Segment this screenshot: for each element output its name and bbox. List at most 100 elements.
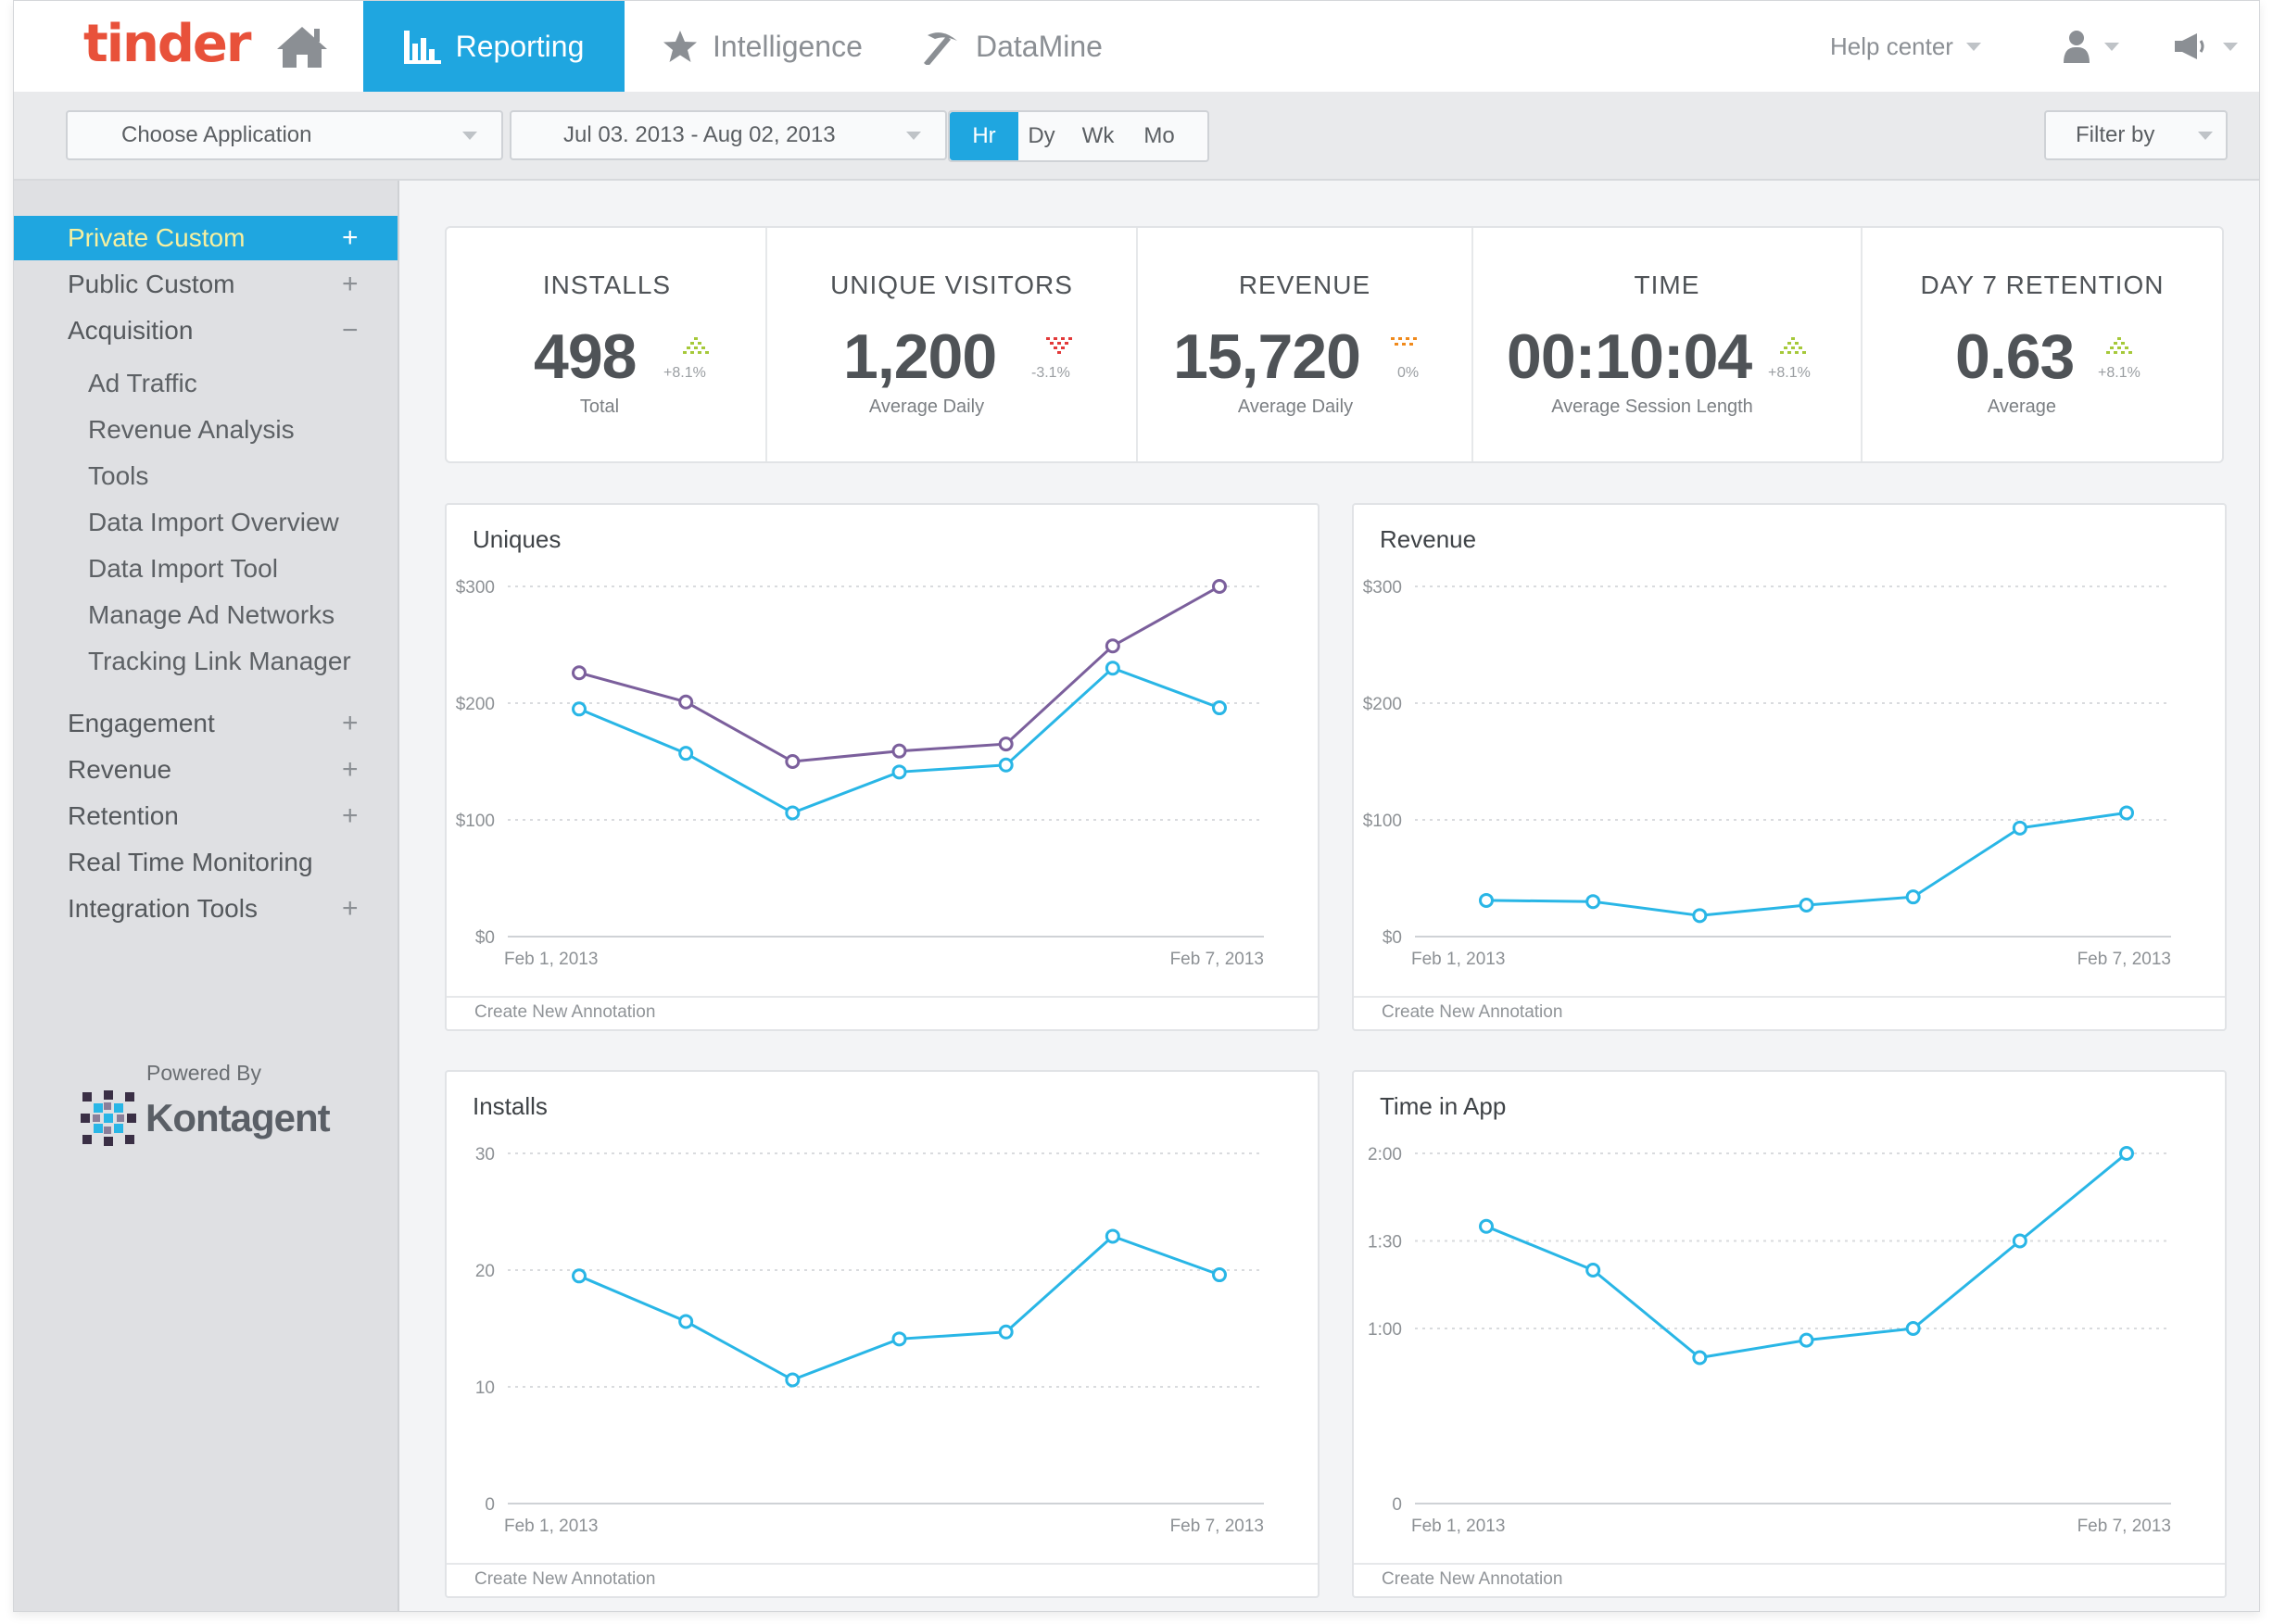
kontagent-logo-icon xyxy=(81,1090,136,1146)
revenue-chart: $0 $100 $200 $300 Feb 1, 2013 Feb 7, 2013 xyxy=(1363,578,2171,969)
data-point[interactable] xyxy=(1105,661,1120,676)
x-tick-label: Feb 7, 2013 xyxy=(2077,1517,2171,1536)
plus-icon[interactable]: + xyxy=(342,800,359,832)
data-point[interactable] xyxy=(572,1268,587,1284)
create-annotation-link[interactable]: Create New Annotation xyxy=(474,1002,655,1023)
data-point[interactable] xyxy=(998,757,1014,773)
sidebar-subitem-tools[interactable]: Tools xyxy=(88,461,148,491)
data-point[interactable] xyxy=(891,743,907,759)
plus-icon[interactable]: + xyxy=(342,269,359,300)
data-point[interactable] xyxy=(1212,579,1227,594)
data-point[interactable] xyxy=(1212,1267,1227,1283)
sidebar-item-private-custom[interactable]: Private Custom + xyxy=(14,216,398,260)
sidebar-item-integration-tools[interactable]: Integration Tools + xyxy=(14,887,398,931)
data-point[interactable] xyxy=(785,754,801,769)
data-point[interactable] xyxy=(1585,1263,1601,1278)
data-point[interactable] xyxy=(2012,1233,2027,1249)
data-point[interactable] xyxy=(572,665,587,681)
granularity-hr[interactable]: Hr xyxy=(950,112,1018,160)
x-tick-label: Feb 1, 2013 xyxy=(1411,1517,1505,1536)
data-point[interactable] xyxy=(1905,1321,1921,1336)
tinder-logo[interactable]: tinder xyxy=(83,14,252,74)
granularity-mo[interactable]: Mo xyxy=(1131,112,1187,160)
sidebar-subitem-revenue-analysis[interactable]: Revenue Analysis xyxy=(88,415,295,445)
plus-icon[interactable]: + xyxy=(342,222,359,254)
trend-up-icon xyxy=(683,337,709,354)
data-point[interactable] xyxy=(1212,700,1227,716)
data-point[interactable] xyxy=(1479,892,1494,908)
data-point[interactable] xyxy=(2119,1146,2134,1161)
installs-chart: 0 10 20 30 Feb 1, 2013 Feb 7, 2013 xyxy=(475,1145,1264,1536)
help-center-menu[interactable]: Help center xyxy=(1830,1,1981,92)
create-annotation-link[interactable]: Create New Annotation xyxy=(474,1569,655,1590)
data-point[interactable] xyxy=(1905,889,1921,905)
data-point[interactable] xyxy=(998,736,1014,752)
sidebar-item-retention[interactable]: Retention + xyxy=(14,794,398,838)
sidebar-subitem-manage-ad-networks[interactable]: Manage Ad Networks xyxy=(88,600,335,630)
data-point[interactable] xyxy=(1479,1218,1494,1234)
megaphone-icon xyxy=(2175,33,2204,59)
tab-reporting[interactable]: Reporting xyxy=(363,1,625,92)
tab-intelligence[interactable]: Intelligence xyxy=(663,1,863,92)
granularity-dy[interactable]: Dy xyxy=(1018,112,1065,160)
plus-icon[interactable]: + xyxy=(342,708,359,739)
plus-icon[interactable]: + xyxy=(342,754,359,786)
y-tick-label: $300 xyxy=(1363,578,1402,598)
series-line xyxy=(578,585,1220,763)
data-point[interactable] xyxy=(998,1324,1014,1340)
data-point[interactable] xyxy=(785,1372,801,1388)
data-point[interactable] xyxy=(1799,897,1814,913)
date-range-select[interactable]: Jul 03. 2013 - Aug 02, 2013 xyxy=(510,110,947,160)
sidebar-subitem-data-import-tool[interactable]: Data Import Tool xyxy=(88,554,278,584)
data-point[interactable] xyxy=(678,1314,694,1329)
y-tick-label: $200 xyxy=(1363,695,1402,714)
data-point[interactable] xyxy=(678,694,694,710)
data-point[interactable] xyxy=(1105,638,1120,654)
time-in-app-chart: 0 1:00 1:30 2:00 Feb 1, 2013 Feb 7, 2013 xyxy=(1368,1145,2171,1536)
user-menu[interactable] xyxy=(2062,1,2119,92)
data-point[interactable] xyxy=(1585,894,1601,910)
sidebar-subitem-ad-traffic[interactable]: Ad Traffic xyxy=(88,369,197,398)
tab-datamine[interactable]: DataMine xyxy=(922,1,1103,92)
chart-panel-time-in-app: Time in App 0 1:00 1:30 2:00 Feb 1, 2013 Feb … xyxy=(1352,1070,2227,1598)
sidebar-item-revenue[interactable]: Revenue + xyxy=(14,748,398,792)
application-select[interactable]: Choose Application xyxy=(66,110,503,160)
sidebar-item-public-custom[interactable]: Public Custom + xyxy=(14,262,398,307)
filter-by-select[interactable]: Filter by xyxy=(2044,110,2228,160)
data-point[interactable] xyxy=(891,1331,907,1347)
sidebar-item-engagement[interactable]: Engagement + xyxy=(14,701,398,746)
kpi-revenue: REVENUE 15,720 0% Average Daily xyxy=(1138,228,1471,461)
kontagent-logo[interactable]: Kontagent xyxy=(79,1089,331,1148)
data-point[interactable] xyxy=(1692,908,1708,924)
data-point[interactable] xyxy=(2012,820,2027,836)
data-point[interactable] xyxy=(678,746,694,762)
sidebar-item-real-time-monitoring[interactable]: Real Time Monitoring xyxy=(14,840,398,885)
sidebar-subitem-tracking-link-manager[interactable]: Tracking Link Manager xyxy=(88,647,351,676)
sidebar-subitem-data-import-overview[interactable]: Data Import Overview xyxy=(88,508,339,537)
minus-icon[interactable]: − xyxy=(342,315,359,346)
kpi-delta: -3.1% xyxy=(1031,365,1070,381)
plus-icon[interactable]: + xyxy=(342,893,359,925)
x-tick-label: Feb 1, 2013 xyxy=(504,1517,598,1536)
kpi-delta: +8.1% xyxy=(1768,365,1811,381)
home-icon[interactable] xyxy=(273,21,331,71)
sidebar-item-acquisition[interactable]: Acquisition − xyxy=(14,308,398,353)
data-point[interactable] xyxy=(572,701,587,717)
data-point[interactable] xyxy=(1799,1332,1814,1348)
announcements-menu[interactable] xyxy=(2173,1,2238,92)
annotation-footer: Create New Annotation xyxy=(447,1563,1318,1596)
create-annotation-link[interactable]: Create New Annotation xyxy=(1382,1569,1562,1590)
kpi-label: REVENUE xyxy=(1238,271,1371,299)
sidebar-item-label: Retention xyxy=(68,801,179,830)
y-tick-label: 0 xyxy=(485,1495,495,1515)
kpi-label: TIME xyxy=(1634,271,1700,299)
data-point[interactable] xyxy=(891,764,907,780)
data-point[interactable] xyxy=(1692,1350,1708,1366)
granularity-wk[interactable]: Wk xyxy=(1065,112,1131,160)
data-point[interactable] xyxy=(785,805,801,821)
data-point[interactable] xyxy=(1105,1228,1120,1244)
x-tick-label: Feb 7, 2013 xyxy=(1170,1517,1264,1536)
kpi-subtitle: Average Session Length xyxy=(1551,397,1753,417)
data-point[interactable] xyxy=(2119,805,2134,821)
create-annotation-link[interactable]: Create New Annotation xyxy=(1382,1002,1562,1023)
